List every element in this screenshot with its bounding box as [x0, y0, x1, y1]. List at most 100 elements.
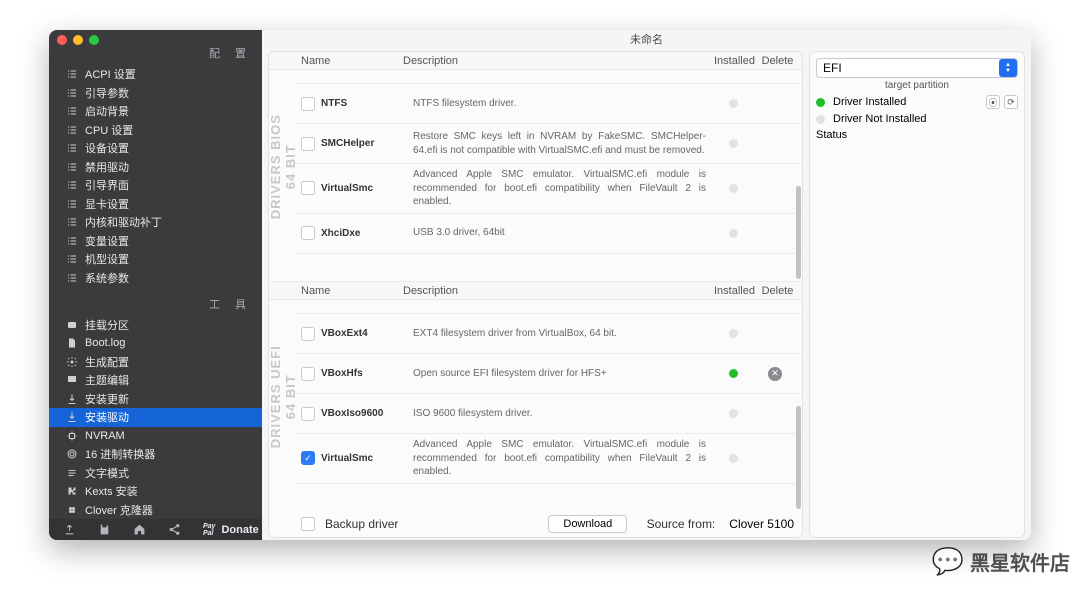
col-name[interactable]: Name	[301, 55, 403, 67]
driver-name: SMCHelper	[321, 138, 413, 149]
minimize-icon[interactable]	[73, 35, 83, 45]
export-icon[interactable]	[63, 523, 76, 536]
installed-cell	[712, 369, 754, 378]
driver-checkbox[interactable]	[301, 181, 315, 195]
sidebar-item[interactable]: Boot.log	[49, 334, 262, 353]
home-icon[interactable]	[133, 523, 146, 536]
list-icon	[63, 87, 81, 99]
sidebar-item[interactable]: 引导界面	[49, 176, 262, 195]
bottom-toolbar: PayPal Donate	[49, 519, 262, 540]
wechat-icon: 💬	[932, 546, 964, 577]
status-dot-icon	[729, 409, 738, 418]
col-delete[interactable]: Delete	[757, 285, 802, 297]
sidebar-item[interactable]: 安装更新	[49, 390, 262, 409]
maximize-icon[interactable]	[89, 35, 99, 45]
list-icon	[63, 124, 81, 136]
driver-checkbox[interactable]: ✓	[301, 451, 315, 465]
table-row: VBoxIso9600ISO 9600 filesystem driver.	[297, 394, 802, 434]
sidebar-item[interactable]: 系统参数	[49, 269, 262, 288]
sidebar-item-label: Kexts 安装	[85, 483, 138, 499]
eject-button[interactable]: ⦿	[986, 95, 1000, 109]
sidebar-item-label: 内核和驱动补丁	[85, 214, 162, 230]
status-dot-icon	[729, 139, 738, 148]
list-icon	[63, 198, 81, 210]
dl-icon	[63, 411, 81, 423]
legend-installed-icon	[816, 98, 825, 107]
table-row: XhciDxeUSB 3.0 driver, 64bit	[297, 214, 802, 254]
theme-icon	[63, 374, 81, 386]
col-delete[interactable]: Delete	[757, 55, 802, 67]
driver-checkbox[interactable]	[301, 367, 315, 381]
sidebar-item[interactable]: 启动背景	[49, 102, 262, 121]
list-icon	[63, 235, 81, 247]
uefi-drivers-table: DRIVERS UEFI 64 BIT Name Description Ins…	[269, 282, 802, 511]
download-button[interactable]: Download	[548, 515, 627, 533]
hex-icon	[63, 448, 81, 460]
installed-cell	[712, 184, 754, 193]
sidebar-item[interactable]: 变量设置	[49, 232, 262, 251]
driver-description: Advanced Apple SMC emulator. VirtualSMC.…	[413, 438, 712, 479]
sidebar-item[interactable]: Clover 克隆器	[49, 501, 262, 520]
sidebar-item[interactable]: 设备设置	[49, 139, 262, 158]
col-name[interactable]: Name	[301, 285, 403, 297]
status-dot-icon	[729, 99, 738, 108]
driver-checkbox[interactable]	[301, 137, 315, 151]
sidebar-item-label: 变量设置	[85, 233, 129, 249]
partition-panel: EFI ▲▼ target partition Driver Installed…	[809, 51, 1025, 538]
close-icon[interactable]	[57, 35, 67, 45]
sidebar-item-label: 主题编辑	[85, 372, 129, 388]
partition-caption: target partition	[816, 80, 1018, 91]
driver-name: VBoxHfs	[321, 368, 413, 379]
col-description[interactable]: Description	[403, 285, 712, 297]
sidebar-item[interactable]: 主题编辑	[49, 371, 262, 390]
sidebar-item[interactable]: 文字模式	[49, 464, 262, 483]
sidebar-item-label: 禁用驱动	[85, 159, 129, 175]
share-icon[interactable]	[168, 523, 181, 536]
sidebar-item[interactable]: 安装驱动	[49, 408, 262, 427]
scrollbar[interactable]	[796, 302, 802, 509]
legend-installed-label: Driver Installed	[833, 96, 906, 108]
table-row	[297, 70, 802, 84]
col-description[interactable]: Description	[403, 55, 712, 67]
driver-name: VirtualSmc	[321, 453, 413, 464]
driver-checkbox[interactable]	[301, 407, 315, 421]
status-dot-icon	[729, 454, 738, 463]
sidebar-item[interactable]: 引导参数	[49, 84, 262, 103]
save-icon[interactable]	[98, 523, 111, 536]
sidebar-item[interactable]: 16 进制转换器	[49, 445, 262, 464]
list-icon	[63, 142, 81, 154]
table-row: ✓ VirtualSmcAdvanced Apple SMC emulator. …	[297, 434, 802, 484]
sidebar-item-label: 设备设置	[85, 140, 129, 156]
scrollbar[interactable]	[796, 72, 802, 279]
driver-description: Restore SMC keys left in NVRAM by FakeSM…	[413, 130, 712, 157]
sidebar-item[interactable]: 显卡设置	[49, 195, 262, 214]
partition-select[interactable]: EFI ▲▼	[816, 58, 1018, 78]
section-label-config: 配 置	[49, 45, 262, 65]
driver-name: VBoxIso9600	[321, 408, 413, 419]
sidebar-item[interactable]: NVRAM	[49, 427, 262, 446]
status-dot-icon	[729, 229, 738, 238]
sidebar-item[interactable]: Kexts 安装	[49, 482, 262, 501]
sidebar-item[interactable]: CPU 设置	[49, 121, 262, 140]
list-icon	[63, 253, 81, 265]
driver-checkbox[interactable]	[301, 327, 315, 341]
app-window: 配 置 ACPI 设置引导参数启动背景CPU 设置设备设置禁用驱动引导界面显卡设…	[49, 30, 1031, 540]
sidebar-item[interactable]: 生成配置	[49, 353, 262, 372]
col-installed[interactable]: Installed	[712, 55, 757, 67]
delete-button[interactable]: ✕	[768, 367, 782, 381]
backup-checkbox[interactable]	[301, 517, 315, 531]
sidebar-item[interactable]: 禁用驱动	[49, 158, 262, 177]
refresh-button[interactable]: ⟳	[1004, 95, 1018, 109]
driver-description: Advanced Apple SMC emulator. VirtualSMC.…	[413, 168, 712, 209]
table-row	[297, 300, 802, 314]
sidebar-item[interactable]: 机型设置	[49, 250, 262, 269]
donate-button[interactable]: PayPal Donate	[203, 523, 259, 537]
driver-checkbox[interactable]	[301, 97, 315, 111]
driver-name: VirtualSmc	[321, 183, 413, 194]
list-icon	[63, 179, 81, 191]
driver-checkbox[interactable]	[301, 226, 315, 240]
col-installed[interactable]: Installed	[712, 285, 757, 297]
sidebar-item[interactable]: ACPI 设置	[49, 65, 262, 84]
sidebar-item[interactable]: 挂载分区	[49, 316, 262, 335]
sidebar-item[interactable]: 内核和驱动补丁	[49, 213, 262, 232]
